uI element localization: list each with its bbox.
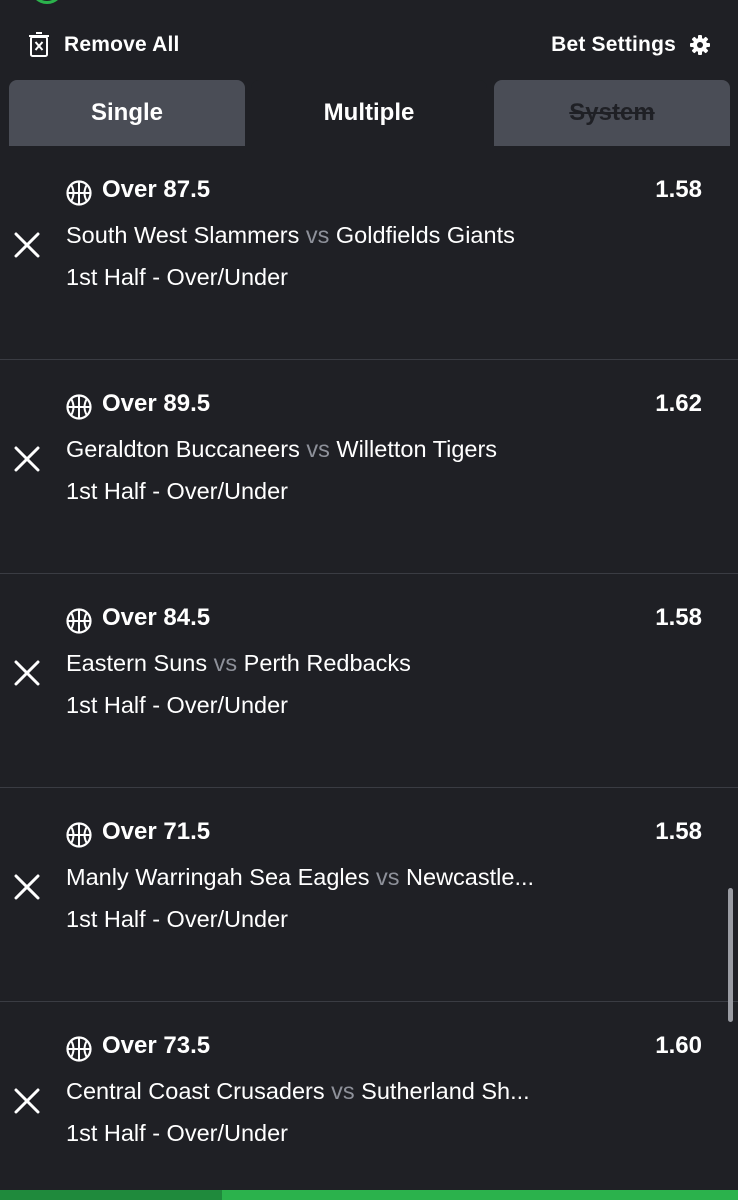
bet-selection: Over 73.5 [102, 1032, 211, 1059]
bet-market: 1st Half - Over/Under [66, 478, 289, 504]
bet-settings-label: Bet Settings [551, 33, 676, 56]
close-icon [14, 1088, 40, 1114]
basketball-icon [66, 608, 92, 634]
bet-market: 1st Half - Over/Under [66, 264, 289, 290]
bet-selection: Over 71.5 [102, 818, 211, 845]
bet-odds[interactable]: 1.60 [655, 1032, 702, 1060]
bet-item: Over 84.5 1.58 Eastern Suns vs Perth Redba… [0, 574, 738, 788]
bet-match: South West Slammers vs Goldfields Giants [66, 222, 515, 249]
bet-item: Over 87.5 1.58 South West Slammers vs Gold… [0, 146, 738, 360]
bottom-bar-right[interactable] [222, 1190, 738, 1200]
bet-slip-toolbar: Remove All Bet Settings [0, 20, 738, 70]
bet-odds[interactable]: 1.58 [655, 818, 702, 846]
home-team: South West Slammers [66, 222, 300, 248]
remove-bet-button[interactable] [14, 446, 40, 472]
bet-item: Over 71.5 1.58 Manly Warringah Sea Eagles … [0, 788, 738, 1002]
bet-match: Manly Warringah Sea Eagles vs Newcastle.… [66, 864, 534, 891]
remove-all-button[interactable]: Remove All [28, 30, 180, 60]
vs-separator: vs [305, 222, 330, 248]
bet-list: Over 87.5 1.58 South West Slammers vs Gold… [0, 146, 738, 1190]
remove-bet-button[interactable] [14, 1088, 40, 1114]
basketball-icon [66, 394, 92, 420]
bet-item: Over 73.5 1.60 Central Coast Crusaders vs … [0, 1002, 738, 1190]
bet-odds[interactable]: 1.58 [655, 176, 702, 204]
home-team: Eastern Suns [66, 650, 208, 676]
close-icon [14, 446, 40, 472]
home-team: Manly Warringah Sea Eagles [66, 864, 370, 890]
remove-all-label: Remove All [64, 33, 180, 56]
bet-match: Eastern Suns vs Perth Redbacks [66, 650, 411, 677]
remove-bet-button[interactable] [14, 874, 40, 900]
bet-market: 1st Half - Over/Under [66, 692, 289, 718]
bet-slip-handle [30, 0, 64, 4]
bet-selection: Over 87.5 [102, 176, 211, 203]
bet-market: 1st Half - Over/Under [66, 906, 289, 932]
tab-multiple[interactable]: Multiple [251, 80, 487, 146]
away-team: Sutherland Sh... [361, 1078, 530, 1104]
vs-separator: vs [213, 650, 238, 676]
trash-icon [29, 32, 49, 57]
gear-icon [690, 35, 710, 55]
away-team: Willetton Tigers [336, 436, 498, 462]
bet-slip-page: Remove All Bet Settings Single Multiple … [0, 0, 738, 1200]
tab-system[interactable]: System [494, 80, 730, 146]
basketball-icon [66, 822, 92, 848]
bet-selection: Over 84.5 [102, 604, 211, 631]
bet-selection: Over 89.5 [102, 390, 211, 417]
bet-match: Geraldton Buccaneers vs Willetton Tigers [66, 436, 497, 463]
close-icon [14, 660, 40, 686]
close-icon [14, 232, 40, 258]
away-team: Goldfields Giants [335, 222, 515, 248]
scrollbar[interactable] [728, 888, 733, 1022]
remove-bet-button[interactable] [14, 660, 40, 686]
close-icon [14, 874, 40, 900]
bottom-action-bar[interactable] [0, 1190, 738, 1200]
vs-separator: vs [376, 864, 400, 890]
bottom-bar-left[interactable] [0, 1190, 222, 1200]
basketball-icon [66, 1036, 92, 1062]
bet-odds[interactable]: 1.62 [655, 390, 702, 418]
vs-separator: vs [331, 1078, 355, 1104]
tab-single[interactable]: Single [9, 80, 245, 146]
basketball-icon [66, 180, 92, 206]
away-team: Newcastle... [406, 864, 535, 890]
home-team: Central Coast Crusaders [66, 1078, 325, 1104]
bet-type-tabs: Single Multiple System [0, 80, 738, 146]
bet-settings-button[interactable]: Bet Settings [551, 30, 710, 60]
vs-separator: vs [306, 436, 330, 462]
bet-match: Central Coast Crusaders vs Sutherland Sh… [66, 1078, 530, 1105]
away-team: Perth Redbacks [243, 650, 411, 676]
bet-odds[interactable]: 1.58 [655, 604, 702, 632]
bet-market: 1st Half - Over/Under [66, 1120, 289, 1146]
home-team: Geraldton Buccaneers [66, 436, 300, 462]
bet-item: Over 89.5 1.62 Geraldton Buccaneers vs Wil… [0, 360, 738, 574]
remove-bet-button[interactable] [14, 232, 40, 258]
